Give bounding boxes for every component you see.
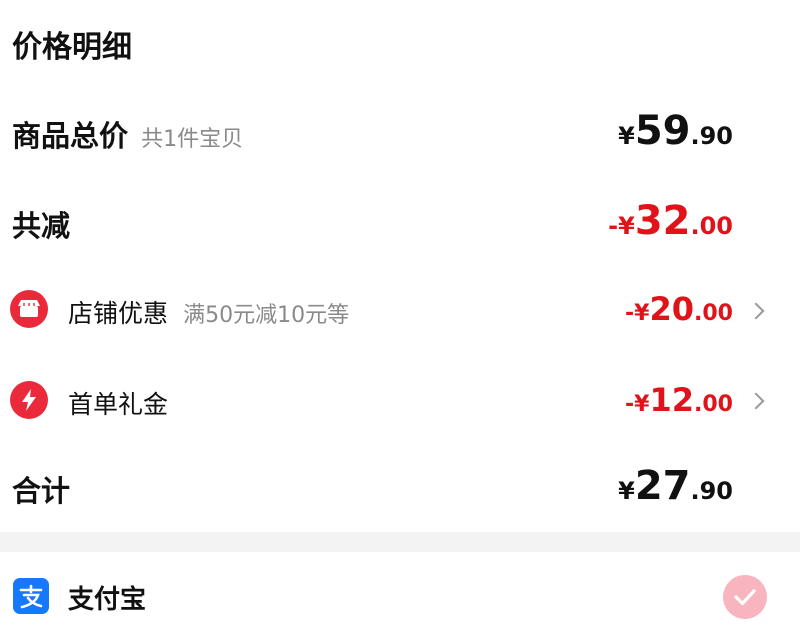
total-price-row: 商品总价 共1件宝贝 bbox=[12, 113, 243, 155]
shop-icon bbox=[10, 290, 48, 328]
total-price-amount: ¥59.90 bbox=[618, 108, 733, 154]
shop-discount-amount: -¥20.00 bbox=[625, 290, 733, 328]
discount-total-int: 32 bbox=[634, 198, 691, 244]
discount-total-yen: -¥ bbox=[608, 212, 635, 240]
sum-int: 27 bbox=[634, 463, 691, 509]
discount-total-label: 共减 bbox=[12, 209, 71, 243]
shop-discount-yen: -¥ bbox=[625, 301, 650, 326]
chevron-right-icon[interactable] bbox=[747, 392, 765, 410]
first-order-gift-dec: .00 bbox=[694, 392, 733, 417]
payment-method-label: 支付宝 bbox=[68, 585, 147, 615]
section-divider bbox=[0, 532, 800, 552]
first-order-gift-text: 首单礼金 bbox=[68, 385, 168, 421]
sum-amount: ¥27.90 bbox=[618, 463, 733, 509]
page-title: 价格明细 bbox=[12, 30, 132, 65]
total-price-dec: .90 bbox=[690, 122, 733, 150]
item-count-text: 共1件宝贝 bbox=[141, 127, 244, 152]
discount-total-dec: .00 bbox=[690, 212, 733, 240]
first-order-gift-label: 首单礼金 bbox=[68, 390, 169, 419]
total-price-int: 59 bbox=[634, 108, 691, 154]
first-order-gift-int: 12 bbox=[649, 381, 695, 419]
chevron-right-icon[interactable] bbox=[747, 302, 765, 320]
shop-discount-label: 店铺优惠 bbox=[68, 299, 169, 328]
sum-dec: .90 bbox=[690, 477, 733, 505]
shop-discount-int: 20 bbox=[649, 290, 695, 328]
first-order-gift-yen: -¥ bbox=[625, 392, 650, 417]
shop-discount-dec: .00 bbox=[694, 301, 733, 326]
shop-discount-detail: 满50元减10元等 bbox=[183, 303, 350, 328]
sum-yen: ¥ bbox=[618, 477, 635, 505]
shop-discount-text: 店铺优惠 满50元减10元等 bbox=[68, 294, 349, 330]
sum-label: 合计 bbox=[12, 474, 71, 508]
total-price-label: 商品总价 bbox=[12, 119, 129, 153]
first-order-gift-amount: -¥12.00 bbox=[625, 381, 733, 419]
selected-check-icon[interactable] bbox=[723, 575, 767, 619]
lightning-icon bbox=[10, 381, 48, 419]
alipay-icon bbox=[13, 578, 49, 614]
discount-total-amount: -¥32.00 bbox=[608, 198, 733, 244]
total-price-yen: ¥ bbox=[618, 122, 635, 150]
